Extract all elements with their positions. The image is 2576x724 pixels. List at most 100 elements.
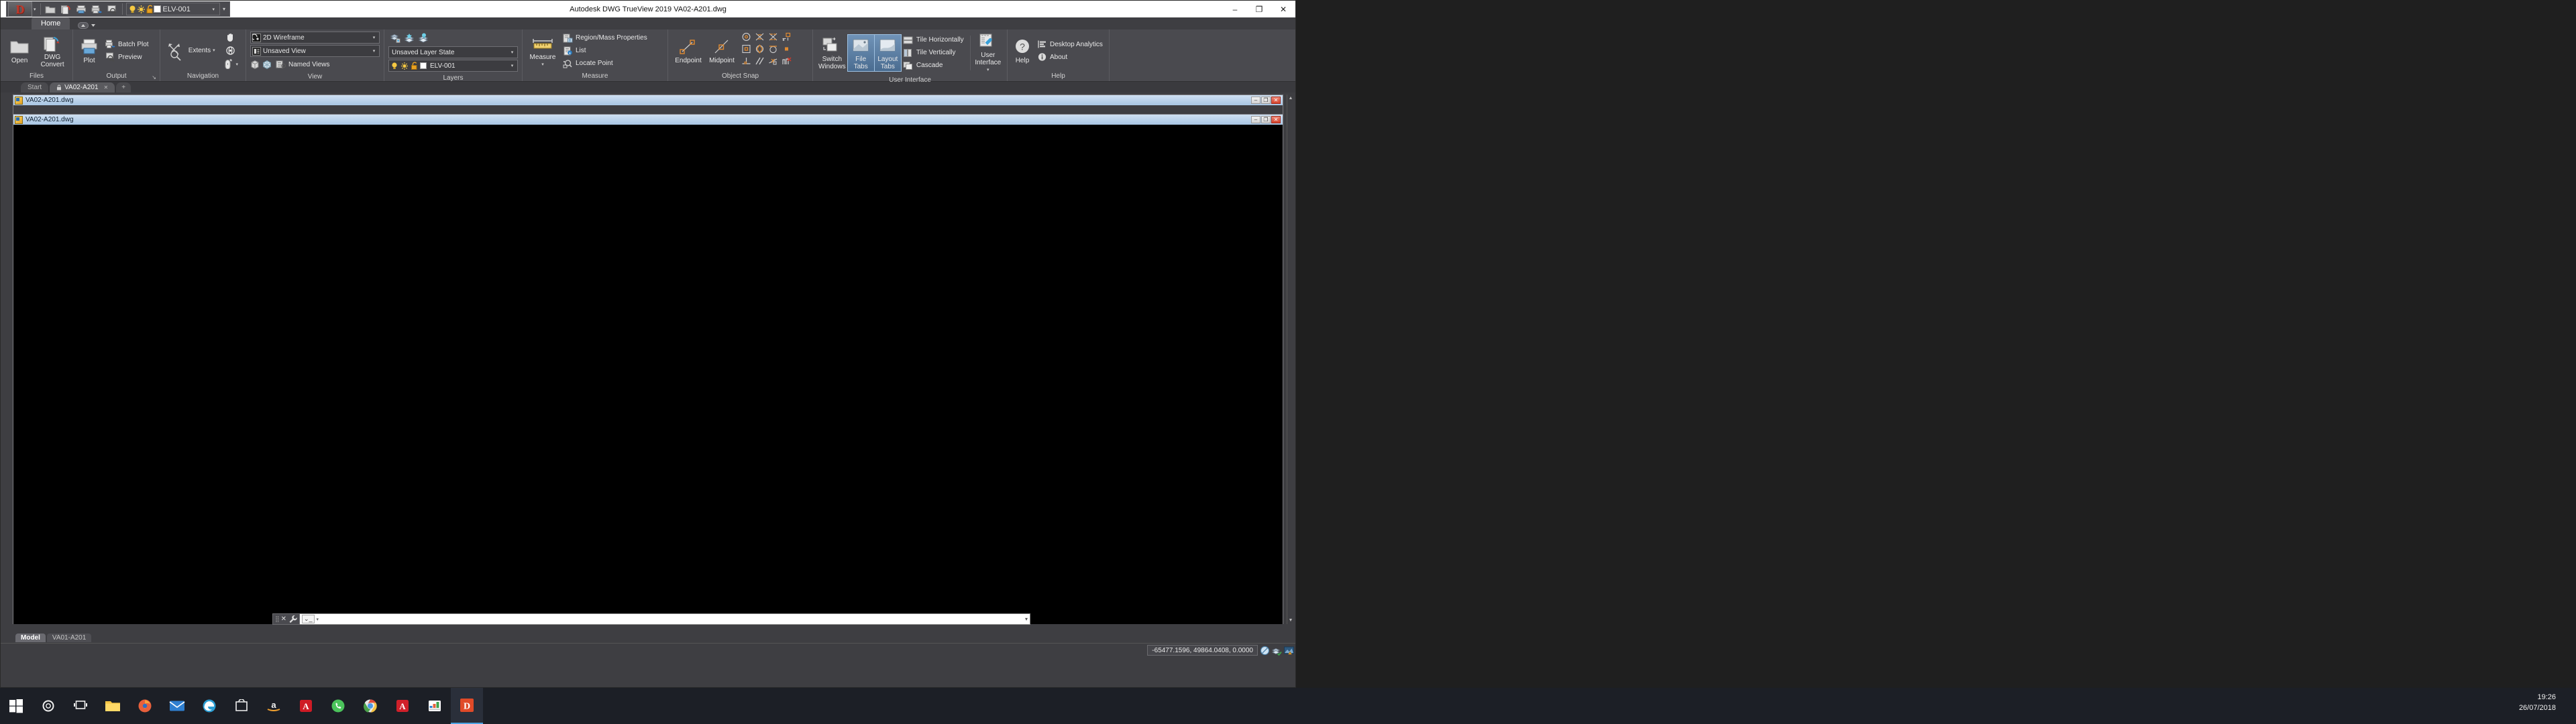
locate-point-button[interactable]: Locate Point xyxy=(561,58,651,70)
layer-state-combo[interactable]: Unsaved Layer State ▾ xyxy=(388,46,518,58)
layer-state-caret[interactable]: ▾ xyxy=(508,50,516,55)
tile-vertically-button[interactable]: Tile Vertically xyxy=(902,47,967,59)
no-selection-filter-icon[interactable] xyxy=(1259,645,1270,656)
tab-home[interactable]: Home xyxy=(32,17,70,29)
layer-properties-icon[interactable] xyxy=(390,33,400,44)
minimize-button[interactable]: – xyxy=(1223,1,1247,17)
osnap-tangent-icon[interactable] xyxy=(768,44,778,57)
document-title-bar-2[interactable]: VA02-A201.dwg – ❐ ✕ xyxy=(13,115,1283,125)
osnap-apparent-intersection-icon[interactable] xyxy=(768,32,778,45)
user-interface-caret[interactable]: ▾ xyxy=(987,66,989,74)
ribbon-minimize-control[interactable] xyxy=(78,22,96,29)
taskbar-task-view-button[interactable] xyxy=(64,688,97,724)
document-close-1[interactable]: ✕ xyxy=(1271,97,1281,104)
osnap-node-icon[interactable] xyxy=(741,44,751,57)
visual-style-combo[interactable]: 2D Wireframe ▾ xyxy=(250,32,380,44)
about-button[interactable]: About xyxy=(1035,51,1106,63)
hardware-acceleration-icon[interactable] xyxy=(1283,645,1294,656)
output-dialog-launcher[interactable]: ↘ xyxy=(152,73,156,82)
desktop-analytics-button[interactable]: Desktop Analytics xyxy=(1035,38,1106,50)
qat-batch-plot-button[interactable] xyxy=(90,3,104,16)
layer-dropdown-caret[interactable]: ▾ xyxy=(209,7,219,12)
qat-layer-control[interactable]: ELV-001 ▾ xyxy=(125,3,221,15)
plot-button[interactable]: Plot xyxy=(77,36,101,65)
switch-windows-button[interactable]: Switch Windows xyxy=(817,35,847,71)
chevron-down-icon[interactable] xyxy=(91,24,96,27)
osnap-extension-icon[interactable] xyxy=(782,32,792,45)
coordinates-display[interactable]: -65477.1596, 49864.0408, 0.0000 xyxy=(1147,645,1258,656)
taskbar-chrome-button[interactable] xyxy=(354,688,386,724)
osnap-quadrant-icon[interactable] xyxy=(755,44,765,57)
cascade-button[interactable]: Cascade xyxy=(902,60,967,72)
taskbar-firefox-button[interactable] xyxy=(129,688,161,724)
osnap-intersection-icon[interactable] xyxy=(755,32,765,45)
taskbar-excel-button[interactable] xyxy=(419,688,451,724)
osnap-parallel-icon[interactable] xyxy=(755,56,765,69)
qat-open-button[interactable] xyxy=(44,3,58,16)
application-menu-caret[interactable]: ▾ xyxy=(34,7,36,12)
layer-name-caret[interactable]: ▾ xyxy=(508,63,516,68)
command-line[interactable]: ⣿ ✕ ⌄_ ▾ ▾ xyxy=(272,613,1030,625)
maximize-button[interactable]: ❐ xyxy=(1247,1,1271,17)
scroll-up-button[interactable]: ▲ xyxy=(1287,95,1295,102)
qat-plot-button[interactable] xyxy=(74,3,89,16)
file-tab-va02-a201[interactable]: VA02-A201 ✕ xyxy=(50,82,115,93)
measure-caret[interactable]: ▾ xyxy=(541,61,544,68)
taskbar-clock[interactable]: 19:26 26/07/2018 xyxy=(2519,692,2556,713)
visual-style-caret[interactable]: ▾ xyxy=(370,35,378,40)
layout-tab-va01-a201[interactable]: VA01-A201 xyxy=(46,634,92,642)
layer-combo[interactable]: ELV-001 ▾ xyxy=(388,60,518,72)
taskbar-start-button[interactable] xyxy=(0,688,32,724)
list-button[interactable]: List xyxy=(561,45,651,57)
qat-preview-button[interactable] xyxy=(105,3,119,16)
user-interface-button[interactable]: User Interface ▾ xyxy=(973,31,1003,74)
document-window-2[interactable]: VA02-A201.dwg – ❐ ✕ xyxy=(13,114,1283,624)
taskbar-adobe-reader-button[interactable]: A xyxy=(290,688,322,724)
layer-isolate-icon[interactable] xyxy=(404,33,415,44)
osnap-insertion-icon[interactable] xyxy=(782,44,792,57)
drag-handle-icon[interactable]: ⣿ xyxy=(275,615,280,623)
taskbar-file-explorer-button[interactable] xyxy=(97,688,129,724)
drawing-canvas[interactable] xyxy=(13,125,1283,624)
close-button[interactable]: ✕ xyxy=(1271,1,1295,17)
command-line-close-icon[interactable]: ✕ xyxy=(281,615,286,623)
osnap-perpendicular-icon[interactable] xyxy=(741,56,751,69)
taskbar-search-button[interactable] xyxy=(32,688,64,724)
view-combo[interactable]: Unsaved View ▾ xyxy=(250,45,380,57)
command-prompt-caret[interactable]: ▾ xyxy=(317,617,319,622)
file-tab-new[interactable]: + xyxy=(116,82,131,93)
isometric-view-icon[interactable] xyxy=(262,60,272,70)
taskbar-dwg-trueview-button[interactable]: D xyxy=(451,688,483,724)
osnap-midpoint-button[interactable]: Midpoint xyxy=(706,36,738,65)
file-tabs-toggle[interactable]: File Tabs xyxy=(847,34,875,72)
measure-button[interactable]: Measure ▾ xyxy=(527,33,559,69)
zoom-extents-button[interactable]: Extents ▾ xyxy=(164,40,217,62)
osnap-nearest-icon[interactable] xyxy=(768,56,778,69)
osnap-center-icon[interactable] xyxy=(741,32,751,45)
isolate-objects-icon[interactable] xyxy=(1271,645,1282,656)
command-history-caret[interactable]: ▾ xyxy=(1025,616,1028,622)
taskbar-whatsapp-button[interactable] xyxy=(322,688,354,724)
layer-unisolate-icon[interactable] xyxy=(418,33,429,44)
steering-wheel-caret[interactable]: ▾ xyxy=(235,62,238,67)
command-line-grip[interactable]: ⣿ ✕ xyxy=(272,613,300,625)
scroll-down-button[interactable]: ▼ xyxy=(1287,617,1295,624)
batch-plot-button[interactable]: Batch Plot xyxy=(103,38,152,50)
osnap-none-icon[interactable] xyxy=(782,56,792,69)
zoom-extents-caret[interactable]: ▾ xyxy=(213,47,215,54)
document-title-bar-1[interactable]: VA02-A201.dwg – ❐ ✕ xyxy=(13,95,1283,105)
region-mass-properties-button[interactable]: Region/Mass Properties xyxy=(561,32,651,44)
document-maximize-1[interactable]: ❐ xyxy=(1261,97,1271,104)
taskbar-mail-button[interactable] xyxy=(161,688,193,724)
layout-tab-model[interactable]: Model xyxy=(15,634,46,642)
dwg-convert-button[interactable]: DWG Convert xyxy=(36,33,68,69)
qat-publish-button[interactable] xyxy=(59,3,73,16)
taskbar-store-button[interactable] xyxy=(225,688,258,724)
orbit-button[interactable] xyxy=(221,45,241,57)
tile-horizontally-button[interactable]: Tile Horizontally xyxy=(902,34,967,46)
file-tab-start[interactable]: Start xyxy=(21,82,49,93)
taskbar-amazon-button[interactable]: a xyxy=(258,688,290,724)
file-tab-close-icon[interactable]: ✕ xyxy=(104,83,109,92)
qat-overflow-caret[interactable]: ▾ xyxy=(220,6,228,12)
document-maximize-2[interactable]: ❐ xyxy=(1261,116,1271,123)
